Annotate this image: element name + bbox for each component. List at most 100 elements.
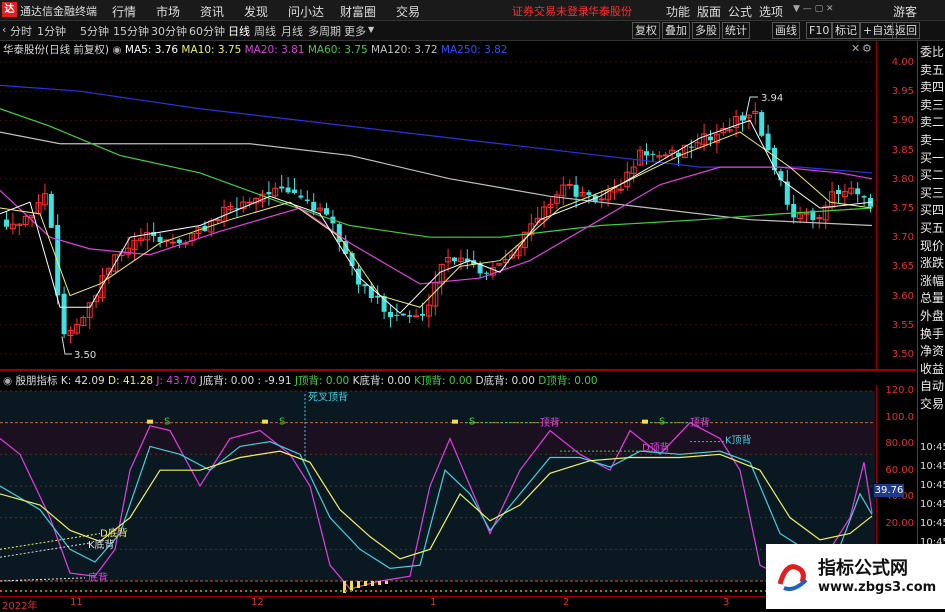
period-monthly[interactable]: 月线: [281, 23, 303, 39]
period-intraday[interactable]: 分时: [10, 23, 32, 39]
menu-trade[interactable]: 交易: [396, 3, 420, 20]
signal-dot: [560, 590, 562, 592]
menu-options[interactable]: 选项: [759, 3, 783, 20]
histogram-bar: [364, 581, 367, 586]
period-weekly[interactable]: 周线: [254, 23, 276, 39]
menu-discover[interactable]: 发现: [244, 3, 268, 20]
side-item[interactable]: 卖二: [920, 115, 944, 130]
period-multi[interactable]: 多周期: [308, 23, 341, 39]
candle-down: [400, 313, 406, 316]
indicator-legend: ◉ 殷朋指标 K: 42.09 D: 41.28 J: 43.70 J底背: 0…: [3, 373, 598, 388]
side-item[interactable]: 卖四: [920, 80, 944, 95]
multi-stock-button[interactable]: 多股: [692, 22, 720, 39]
signal-dot: [235, 590, 237, 592]
signal-dot: [340, 590, 342, 592]
d-bottom-back-label: D底背: [100, 527, 128, 540]
settings-icon[interactable]: ⚙: [862, 42, 872, 55]
circle-icon[interactable]: ◉: [112, 44, 121, 56]
side-item[interactable]: 委比: [920, 45, 944, 60]
period-30min[interactable]: 30分钟: [151, 23, 187, 39]
side-item[interactable]: 换手: [920, 327, 944, 342]
price-tick: 3.85: [891, 144, 914, 156]
side-item[interactable]: 外盘: [920, 309, 944, 324]
signal-dot: [425, 590, 427, 592]
adjust-button[interactable]: 复权: [632, 22, 660, 39]
menu-market[interactable]: 市场: [156, 3, 180, 20]
period-more[interactable]: 更多: [344, 23, 366, 39]
price-tick: 3.90: [891, 115, 914, 127]
signal-dot: [460, 590, 462, 592]
period-1min[interactable]: 1分钟: [37, 23, 66, 39]
draw-button[interactable]: 画线: [772, 22, 800, 39]
side-item[interactable]: 净资: [920, 344, 944, 359]
indicator-tick: 80.00: [885, 438, 914, 449]
time-tick: 1: [430, 597, 437, 608]
side-time: 10:45: [920, 461, 945, 472]
menu-formula[interactable]: 公式: [728, 3, 752, 20]
side-item[interactable]: 自动: [920, 379, 944, 394]
signal-dot: [35, 590, 37, 592]
menu-quotes[interactable]: 行情: [112, 3, 136, 20]
d-bottom-value: D底背: 0.00: [475, 375, 535, 387]
side-item[interactable]: 买一: [920, 151, 944, 166]
side-item[interactable]: 现价: [920, 239, 944, 254]
kdj-indicator-chart[interactable]: S S S S 死叉顶背顶背 顶背 D顶背 K顶背 D底背K底背底背: [0, 371, 875, 593]
side-item[interactable]: 买二: [920, 168, 944, 183]
chevron-down-icon[interactable]: ▼: [368, 25, 374, 34]
side-item[interactable]: 买四: [920, 203, 944, 218]
back-arrow-icon[interactable]: ‹: [2, 23, 6, 36]
signal-dot: [165, 590, 167, 592]
period-5min[interactable]: 5分钟: [80, 23, 109, 39]
stats-button[interactable]: 统计: [722, 22, 750, 39]
period-15min[interactable]: 15分钟: [113, 23, 149, 39]
guest-label[interactable]: 游客: [893, 3, 917, 20]
side-item[interactable]: 卖一: [920, 133, 944, 148]
signal-dot: [745, 590, 747, 592]
high-label: 3.94: [761, 93, 783, 104]
menu-function[interactable]: 功能: [666, 3, 690, 20]
menu-news[interactable]: 资讯: [200, 3, 224, 20]
side-item[interactable]: 收益: [920, 362, 944, 377]
side-item[interactable]: 买三: [920, 186, 944, 201]
side-item[interactable]: 卖五: [920, 63, 944, 78]
side-item[interactable]: 涨跌: [920, 256, 944, 271]
side-item[interactable]: 买五: [920, 221, 944, 236]
mark-button[interactable]: 标记: [832, 22, 860, 39]
signal-dot: [715, 590, 717, 592]
signal-dot: [0, 590, 2, 592]
signal-dot: [220, 590, 222, 592]
circle-icon[interactable]: ◉: [3, 375, 12, 387]
candlestick-chart[interactable]: 3.94 3.50: [0, 41, 875, 369]
misc-value: : -9.91: [257, 375, 292, 387]
signal-dot: [355, 590, 357, 592]
signal-dot: [75, 590, 77, 592]
menu-assistant[interactable]: 问小达: [288, 3, 324, 20]
period-daily[interactable]: 日线: [228, 23, 250, 39]
dead-cross-label: 死叉顶背: [308, 391, 348, 404]
signal-dot: [675, 590, 677, 592]
menu-layout[interactable]: 版面: [697, 3, 721, 20]
candle-down: [298, 195, 304, 198]
side-item[interactable]: 交易: [920, 397, 944, 412]
menu-wealth[interactable]: 财富圈: [340, 3, 376, 20]
watermark-title: 指标公式网: [818, 558, 908, 579]
signal-dot: [15, 590, 17, 592]
candle-down: [176, 239, 182, 244]
d-value: D: 41.28: [108, 375, 154, 387]
window-controls-icon[interactable]: ▼ — ▢ ✕: [793, 4, 834, 14]
overlay-button[interactable]: 叠加: [662, 22, 690, 39]
f10-button[interactable]: F10: [806, 22, 833, 39]
candle-up: [413, 315, 420, 318]
side-item[interactable]: 总量: [920, 291, 944, 306]
period-60min[interactable]: 60分钟: [189, 23, 225, 39]
login-warning[interactable]: 证券交易未登录: [512, 3, 589, 19]
signal-dot: [670, 590, 672, 592]
return-button[interactable]: 返回: [892, 22, 920, 39]
candle-up: [803, 212, 810, 215]
histogram-bar: [357, 581, 360, 588]
side-item[interactable]: 涨幅: [920, 274, 944, 289]
side-item[interactable]: 卖三: [920, 98, 944, 113]
indicator-tick: 60.00: [885, 464, 914, 476]
gear-icon[interactable]: ✕: [851, 42, 860, 55]
ma250-value: MA250: 3.82: [440, 44, 508, 56]
